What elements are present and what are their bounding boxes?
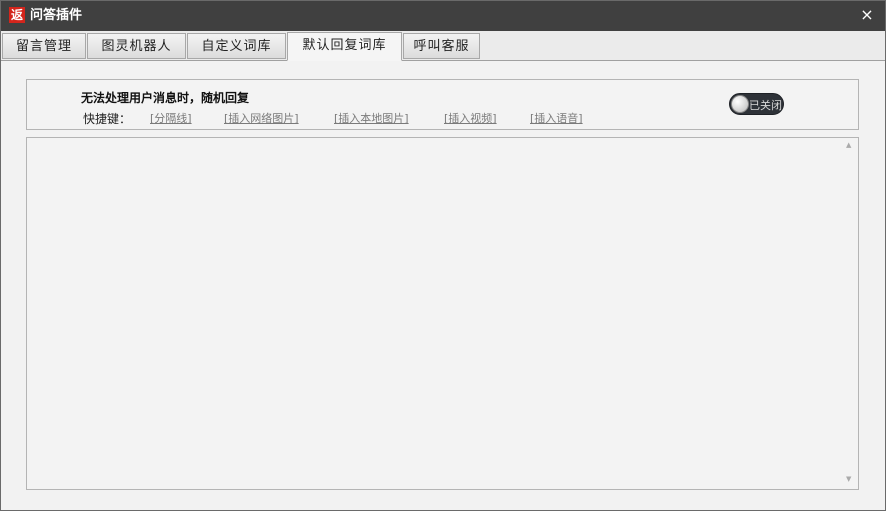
scroll-up-arrow-icon[interactable]: ▲ [846,141,880,149]
tab-panel-default-reply: 无法处理用户消息时，随机回复 快捷键： [分隔线] [插入网络图片] [插入本地… [1,61,885,510]
tab-message-management[interactable]: 留言管理 [2,33,86,59]
window-title: 问答插件 [30,8,83,23]
close-icon[interactable]: × [859,7,875,23]
random-reply-toggle[interactable]: 已关闭 [729,93,784,115]
tab-bar: 留言管理 图灵机器人 自定义词库 默认回复词库 呼叫客服 [1,31,885,61]
shortcut-label: 快捷键： [83,112,132,126]
app-logo-icon: 返 [9,7,25,23]
toggle-knob [731,95,749,113]
scroll-down-arrow-icon[interactable]: ▼ [846,475,880,483]
title-bar[interactable]: 返 问答插件 × [1,1,885,31]
shortcut-insert-local-image-link[interactable]: [插入本地图片] [334,110,409,126]
tab-call-support[interactable]: 呼叫客服 [403,33,480,59]
shortcut-insert-web-image-link[interactable]: [插入网络图片] [224,110,299,126]
shortcut-insert-video-link[interactable]: [插入视频] [444,110,497,126]
toggle-status-text: 已关闭 [749,99,782,112]
reply-content-editor[interactable] [26,137,859,490]
tab-default-reply-lexicon[interactable]: 默认回复词库 [287,32,402,61]
shortcut-insert-voice-link[interactable]: [插入语音] [530,110,583,126]
shortcut-divider-link[interactable]: [分隔线] [150,110,192,126]
tab-custom-lexicon[interactable]: 自定义词库 [187,33,286,59]
random-reply-options: 无法处理用户消息时，随机回复 快捷键： [分隔线] [插入网络图片] [插入本地… [26,79,859,130]
tab-turing-robot[interactable]: 图灵机器人 [87,33,186,59]
app-window: 返 问答插件 × 留言管理 图灵机器人 自定义词库 默认回复词库 呼叫客服 无法… [0,0,886,511]
random-reply-heading: 无法处理用户消息时，随机回复 [81,91,250,105]
